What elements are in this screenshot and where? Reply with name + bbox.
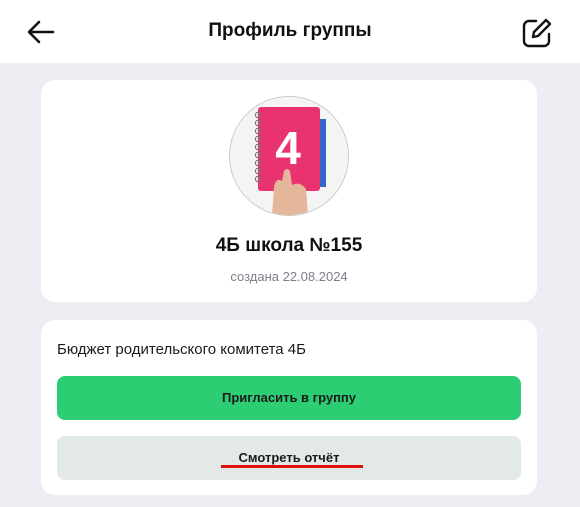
top-app-bar: Профиль группы bbox=[0, 0, 580, 63]
red-underline-annotation bbox=[221, 465, 363, 468]
budget-card: Бюджет родительского комитета 4Б Приглас… bbox=[41, 320, 537, 495]
avatar-number: 4 bbox=[275, 122, 301, 174]
group-avatar[interactable]: 4 bbox=[229, 96, 349, 216]
group-name: 4Б школа №155 bbox=[215, 235, 363, 256]
budget-label: Бюджет родительского комитета 4Б bbox=[57, 341, 306, 358]
view-report-button[interactable]: Смотреть отчёт bbox=[57, 436, 521, 480]
edit-button[interactable] bbox=[520, 16, 554, 50]
creation-date: создана 22.08.2024 bbox=[230, 269, 348, 284]
group-profile-card: 4 4Б школа №155 создана 22.08.2024 bbox=[41, 80, 537, 302]
notebook-hand-image: 4 bbox=[230, 97, 348, 215]
invite-to-group-button[interactable]: Пригласить в группу bbox=[57, 376, 521, 420]
edit-icon bbox=[522, 18, 552, 48]
page-title: Профиль группы bbox=[208, 20, 372, 41]
